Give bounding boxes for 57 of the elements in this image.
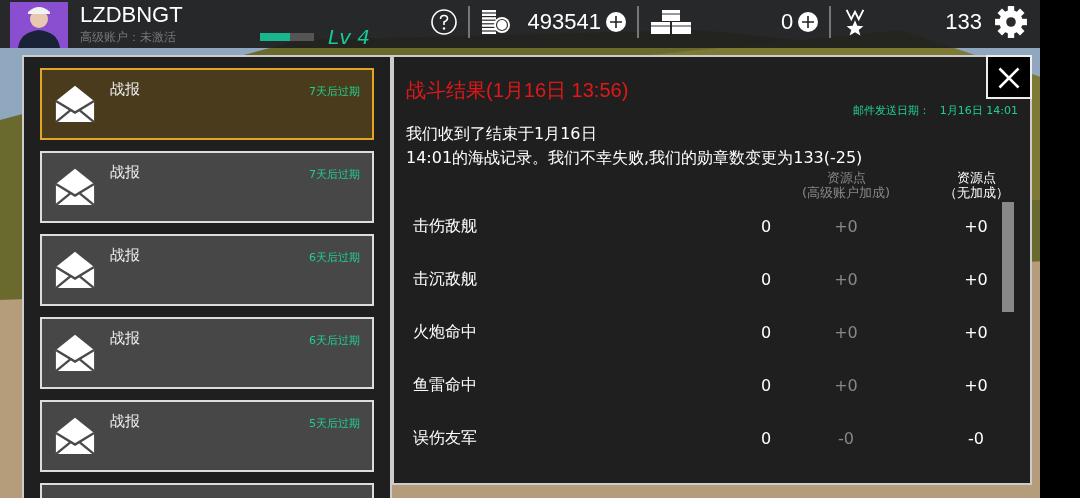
expiry-label: 6天后过期 <box>309 333 360 348</box>
base-points: +0 <box>963 323 989 342</box>
stat-label: 击沉敌舰 <box>412 269 478 290</box>
stat-count: 0 <box>759 376 773 395</box>
stat-label: 火炮命中 <box>412 322 478 343</box>
stat-label: 误伤友军 <box>412 428 478 449</box>
help-icon[interactable] <box>429 8 458 36</box>
crates-icon <box>649 8 694 36</box>
stat-count: 0 <box>759 217 773 236</box>
message-text: 我们收到了结束于1月16日 <box>406 123 598 145</box>
mail-item[interactable]: 战报 6天后过期 <box>40 317 374 389</box>
stat-count: 0 <box>759 270 773 289</box>
mail-title: 战报 <box>110 329 140 348</box>
premium-points: -0 <box>837 429 855 448</box>
mail-title: 战报 <box>110 246 140 265</box>
expiry-label: 5天后过期 <box>309 416 360 431</box>
base-points: +0 <box>963 270 989 289</box>
account-status: 高级账户：未激活 <box>80 28 177 46</box>
add-icon[interactable] <box>605 11 628 33</box>
stat-count: 0 <box>759 323 773 342</box>
expiry-label: 7天后过期 <box>309 167 360 182</box>
close-button[interactable] <box>986 55 1032 99</box>
stat-label: 鱼雷命中 <box>412 375 478 396</box>
stat-count: 0 <box>759 429 773 448</box>
premium-points: +0 <box>833 376 859 395</box>
mail-item[interactable]: 战报 7天后过期 <box>40 68 374 140</box>
base-points: +0 <box>963 217 989 236</box>
add-icon[interactable] <box>797 11 820 33</box>
mail-subject: 战斗结果(1月16日 13:56) <box>406 78 629 103</box>
mail-title: 战报 <box>110 163 140 182</box>
message-text: 14:01的海战记录。我们不幸失败,我们的勋章数变更为133(-25) <box>406 147 864 169</box>
mail-title: 战报 <box>110 80 140 99</box>
stat-label: 击伤敌舰 <box>412 216 478 237</box>
close-icon <box>996 65 1022 91</box>
player-name: LZDBNGT <box>80 2 184 28</box>
sent-date-label: 邮件发送日期： <box>852 103 930 118</box>
coin-stack-icon <box>479 8 512 36</box>
sent-date: 1月16日 14:01 <box>939 103 1018 118</box>
medal-count: 133 <box>945 9 982 35</box>
mail-item[interactable]: 战报 5天后过期 <box>40 400 374 472</box>
scrollbar[interactable] <box>1002 202 1014 312</box>
column-header: 资源点 (高级账户加成) <box>800 170 892 200</box>
coin-count: 493541 <box>527 9 602 35</box>
settings-icon[interactable] <box>994 5 1028 39</box>
crate-count: 0 <box>781 9 794 35</box>
mail-title: 战报 <box>110 412 140 431</box>
column-header: 资源点 （无加成） <box>942 170 1010 200</box>
mail-item[interactable]: 战报 6天后过期 <box>40 234 374 306</box>
premium-points: +0 <box>833 217 859 236</box>
base-points: +0 <box>963 376 989 395</box>
expiry-label: 7天后过期 <box>309 84 360 99</box>
premium-points: +0 <box>833 270 859 289</box>
level-label: Lv 4 <box>328 28 371 46</box>
base-points: -0 <box>967 429 985 448</box>
expiry-label: 6天后过期 <box>309 250 360 265</box>
mail-item[interactable]: 战报 7天后过期 <box>40 151 374 223</box>
premium-points: +0 <box>833 323 859 342</box>
